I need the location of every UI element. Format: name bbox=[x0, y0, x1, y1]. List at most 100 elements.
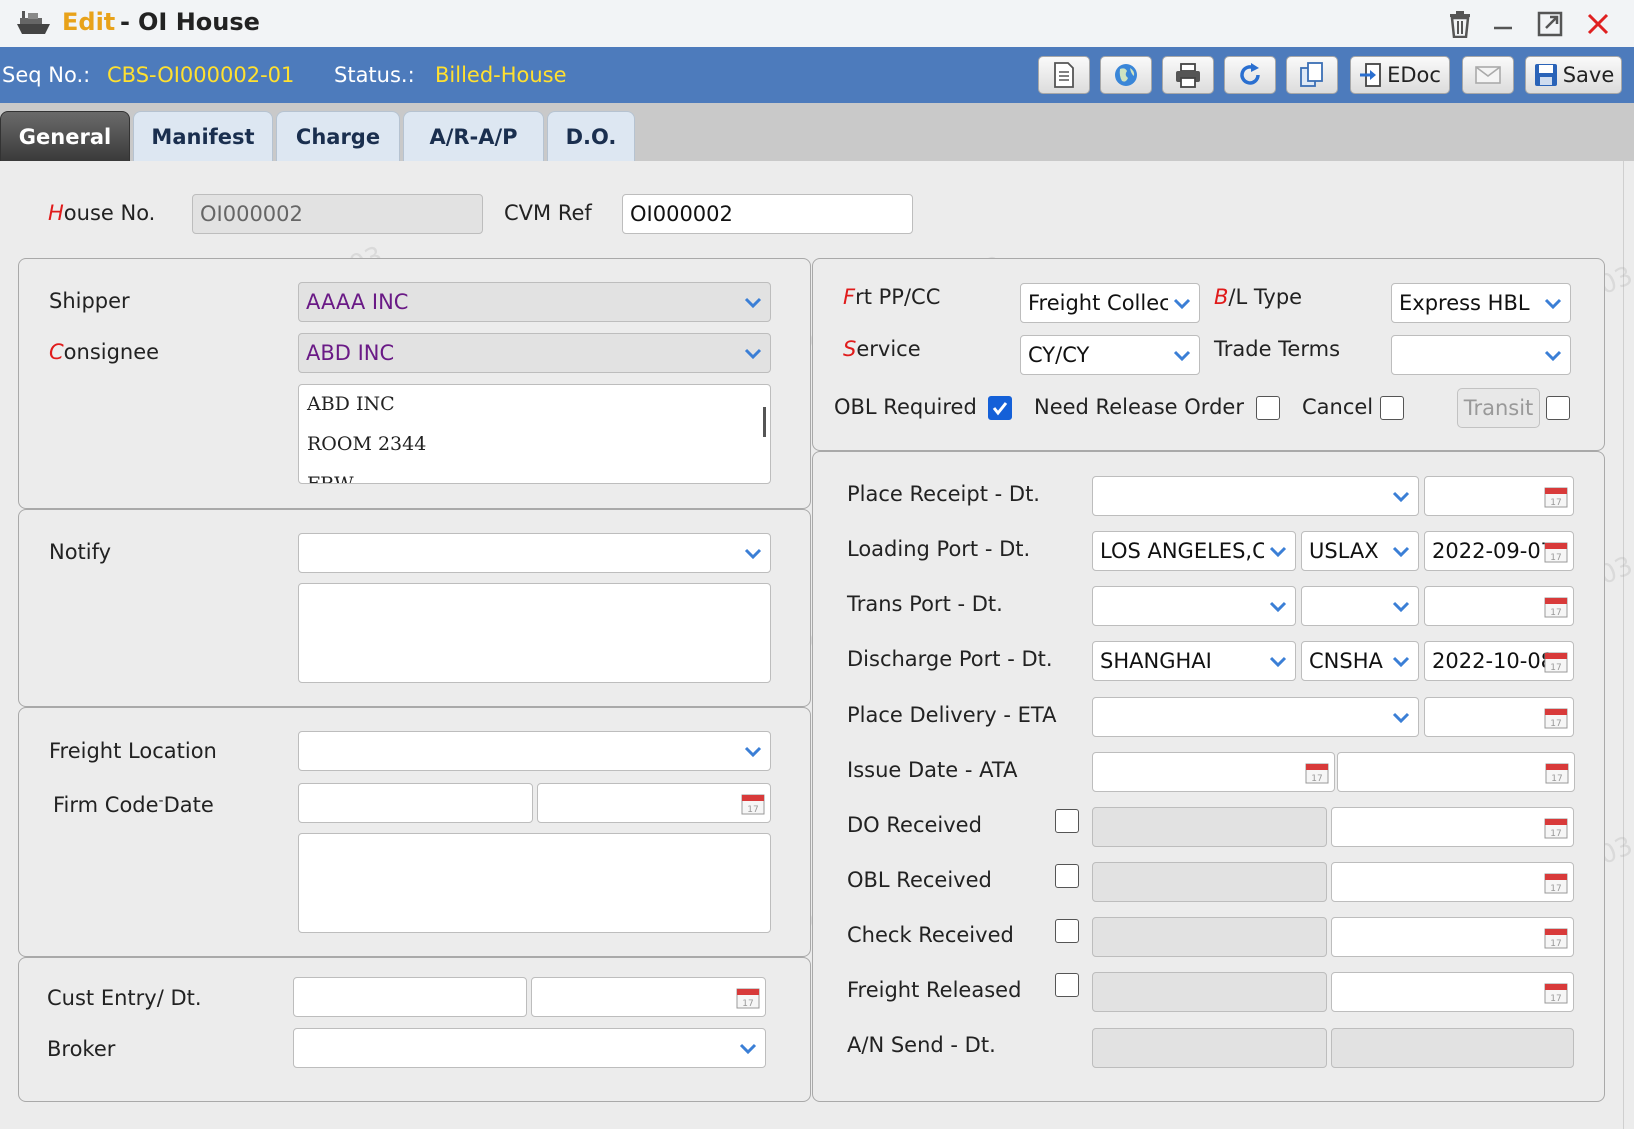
web-button[interactable] bbox=[1100, 56, 1152, 94]
trade-terms-select[interactable] bbox=[1391, 335, 1571, 375]
check-received-checkbox[interactable] bbox=[1055, 919, 1079, 943]
broker-label: Broker bbox=[47, 1037, 116, 1061]
calendar-icon[interactable]: 17 bbox=[1543, 648, 1569, 674]
obl-received-date-input[interactable]: 17 bbox=[1331, 862, 1574, 902]
calendar-icon[interactable]: 17 bbox=[1543, 924, 1569, 950]
calendar-icon[interactable]: 17 bbox=[1544, 759, 1570, 785]
place-delivery-select[interactable] bbox=[1092, 697, 1419, 737]
obl-required-checkbox[interactable] bbox=[988, 396, 1012, 420]
calendar-icon[interactable]: 17 bbox=[1543, 814, 1569, 840]
house-no-field[interactable]: OI000002 bbox=[192, 194, 483, 234]
document-button[interactable] bbox=[1038, 56, 1090, 94]
title-bar: Edit - OI House bbox=[0, 0, 1634, 47]
shipper-select[interactable]: AAAA INC bbox=[298, 282, 771, 322]
service-select[interactable]: CY/CY bbox=[1020, 335, 1200, 375]
minimize-button[interactable] bbox=[1487, 8, 1519, 40]
calendar-icon[interactable]: 17 bbox=[1543, 593, 1569, 619]
calendar-icon[interactable]: 17 bbox=[1543, 704, 1569, 730]
discharge-port-date-input[interactable]: 2022-10-08 17 bbox=[1424, 641, 1574, 681]
svg-text:17: 17 bbox=[1550, 939, 1561, 949]
calendar-icon[interactable]: 17 bbox=[1543, 979, 1569, 1005]
freight-released-checkbox[interactable] bbox=[1055, 973, 1079, 997]
bl-type-select[interactable]: Express HBL bbox=[1391, 283, 1571, 323]
place-receipt-select[interactable] bbox=[1092, 476, 1419, 516]
obl-received-by-field bbox=[1092, 862, 1327, 902]
discharge-port-code-select[interactable]: CNSHA bbox=[1301, 641, 1419, 681]
obl-required-label: OBL Required bbox=[834, 395, 977, 419]
issue-date-input[interactable]: 17 bbox=[1092, 752, 1335, 792]
svg-text:17: 17 bbox=[1551, 774, 1562, 784]
seq-label: Seq No.: bbox=[2, 63, 91, 87]
chevron-down-icon bbox=[1269, 656, 1287, 668]
delete-button[interactable] bbox=[1444, 8, 1476, 40]
maximize-icon bbox=[1537, 11, 1563, 37]
consignee-value: ABD INC bbox=[306, 341, 395, 365]
consignee-select[interactable]: ABD INC bbox=[298, 333, 771, 373]
tab-general[interactable]: General bbox=[0, 111, 130, 161]
refresh-button[interactable] bbox=[1224, 56, 1276, 94]
place-receipt-date-input[interactable]: 17 bbox=[1424, 476, 1574, 516]
discharge-port-label: Discharge Port - Dt. bbox=[847, 647, 1053, 671]
tab-ar-ap[interactable]: A/R-A/P bbox=[403, 111, 544, 161]
cust-entry-input[interactable] bbox=[293, 977, 527, 1017]
calendar-icon[interactable]: 17 bbox=[1304, 759, 1330, 785]
ata-input[interactable]: 17 bbox=[1337, 752, 1575, 792]
address-line: FRW bbox=[307, 473, 354, 484]
frt-pp-cc-select[interactable]: Freight Collect bbox=[1020, 283, 1200, 323]
trans-port-select[interactable] bbox=[1092, 586, 1296, 626]
freight-notes-textarea[interactable] bbox=[298, 833, 771, 933]
calendar-icon[interactable]: 17 bbox=[1543, 483, 1569, 509]
loading-port-label: Loading Port - Dt. bbox=[847, 537, 1031, 561]
broker-select[interactable] bbox=[293, 1028, 766, 1068]
shipper-label: Shipper bbox=[49, 289, 130, 313]
calendar-icon[interactable]: 17 bbox=[740, 790, 766, 816]
tab-do[interactable]: D.O. bbox=[547, 111, 635, 161]
do-received-date-input[interactable]: 17 bbox=[1331, 807, 1574, 847]
cust-entry-date-input[interactable]: 17 bbox=[531, 977, 766, 1017]
freight-location-select[interactable] bbox=[298, 731, 771, 771]
do-received-checkbox[interactable] bbox=[1055, 809, 1079, 833]
freight-released-date-input[interactable]: 17 bbox=[1331, 972, 1574, 1012]
save-button[interactable]: Save bbox=[1525, 56, 1622, 94]
tab-charge[interactable]: Charge bbox=[276, 111, 400, 161]
chevron-down-icon bbox=[1173, 350, 1191, 362]
obl-received-checkbox[interactable] bbox=[1055, 864, 1079, 888]
discharge-port-select[interactable]: SHANGHAI bbox=[1092, 641, 1296, 681]
chevron-down-icon bbox=[1392, 491, 1410, 503]
calendar-icon[interactable]: 17 bbox=[1543, 869, 1569, 895]
discharge-port-value: SHANGHAI bbox=[1100, 649, 1212, 673]
cancel-checkbox[interactable] bbox=[1380, 396, 1404, 420]
tab-manifest[interactable]: Manifest bbox=[133, 111, 273, 161]
check-received-date-input[interactable]: 17 bbox=[1331, 917, 1574, 957]
loading-port-code-select[interactable]: USLAX bbox=[1301, 531, 1419, 571]
close-button[interactable] bbox=[1582, 8, 1614, 40]
notify-address-textarea[interactable] bbox=[298, 583, 771, 683]
transit-button[interactable]: Transit bbox=[1457, 388, 1540, 428]
trash-icon bbox=[1450, 11, 1470, 38]
trans-port-date-input[interactable]: 17 bbox=[1424, 586, 1574, 626]
loading-port-date-input[interactable]: 2022-09-07 17 bbox=[1424, 531, 1574, 571]
calendar-icon[interactable]: 17 bbox=[1543, 538, 1569, 564]
print-button[interactable] bbox=[1162, 56, 1214, 94]
loading-port-code-value: USLAX bbox=[1309, 539, 1379, 563]
edoc-button[interactable]: EDoc bbox=[1350, 56, 1450, 94]
cvm-ref-input[interactable]: OI000002 bbox=[622, 194, 913, 234]
chevron-down-icon bbox=[739, 1043, 757, 1055]
firm-code-input[interactable] bbox=[298, 783, 533, 823]
trans-port-code-select[interactable] bbox=[1301, 586, 1419, 626]
address-line: ABD INC bbox=[307, 393, 395, 415]
place-delivery-eta-input[interactable]: 17 bbox=[1424, 697, 1574, 737]
calendar-icon[interactable]: 17 bbox=[735, 984, 761, 1010]
loading-port-select[interactable]: LOS ANGELES,CA bbox=[1092, 531, 1296, 571]
consignee-address-textarea[interactable]: ABD INC ROOM 2344 FRW bbox=[298, 384, 771, 484]
window-title: OI House bbox=[138, 8, 260, 36]
notify-select[interactable] bbox=[298, 533, 771, 573]
transit-checkbox[interactable] bbox=[1546, 396, 1570, 420]
need-release-checkbox[interactable] bbox=[1256, 396, 1280, 420]
email-button[interactable] bbox=[1462, 56, 1514, 94]
maximize-button[interactable] bbox=[1534, 8, 1566, 40]
firm-date-input[interactable]: 17 bbox=[537, 783, 771, 823]
minimize-icon bbox=[1494, 26, 1512, 30]
scrollbar[interactable] bbox=[763, 407, 766, 437]
copy-button[interactable] bbox=[1286, 56, 1338, 94]
